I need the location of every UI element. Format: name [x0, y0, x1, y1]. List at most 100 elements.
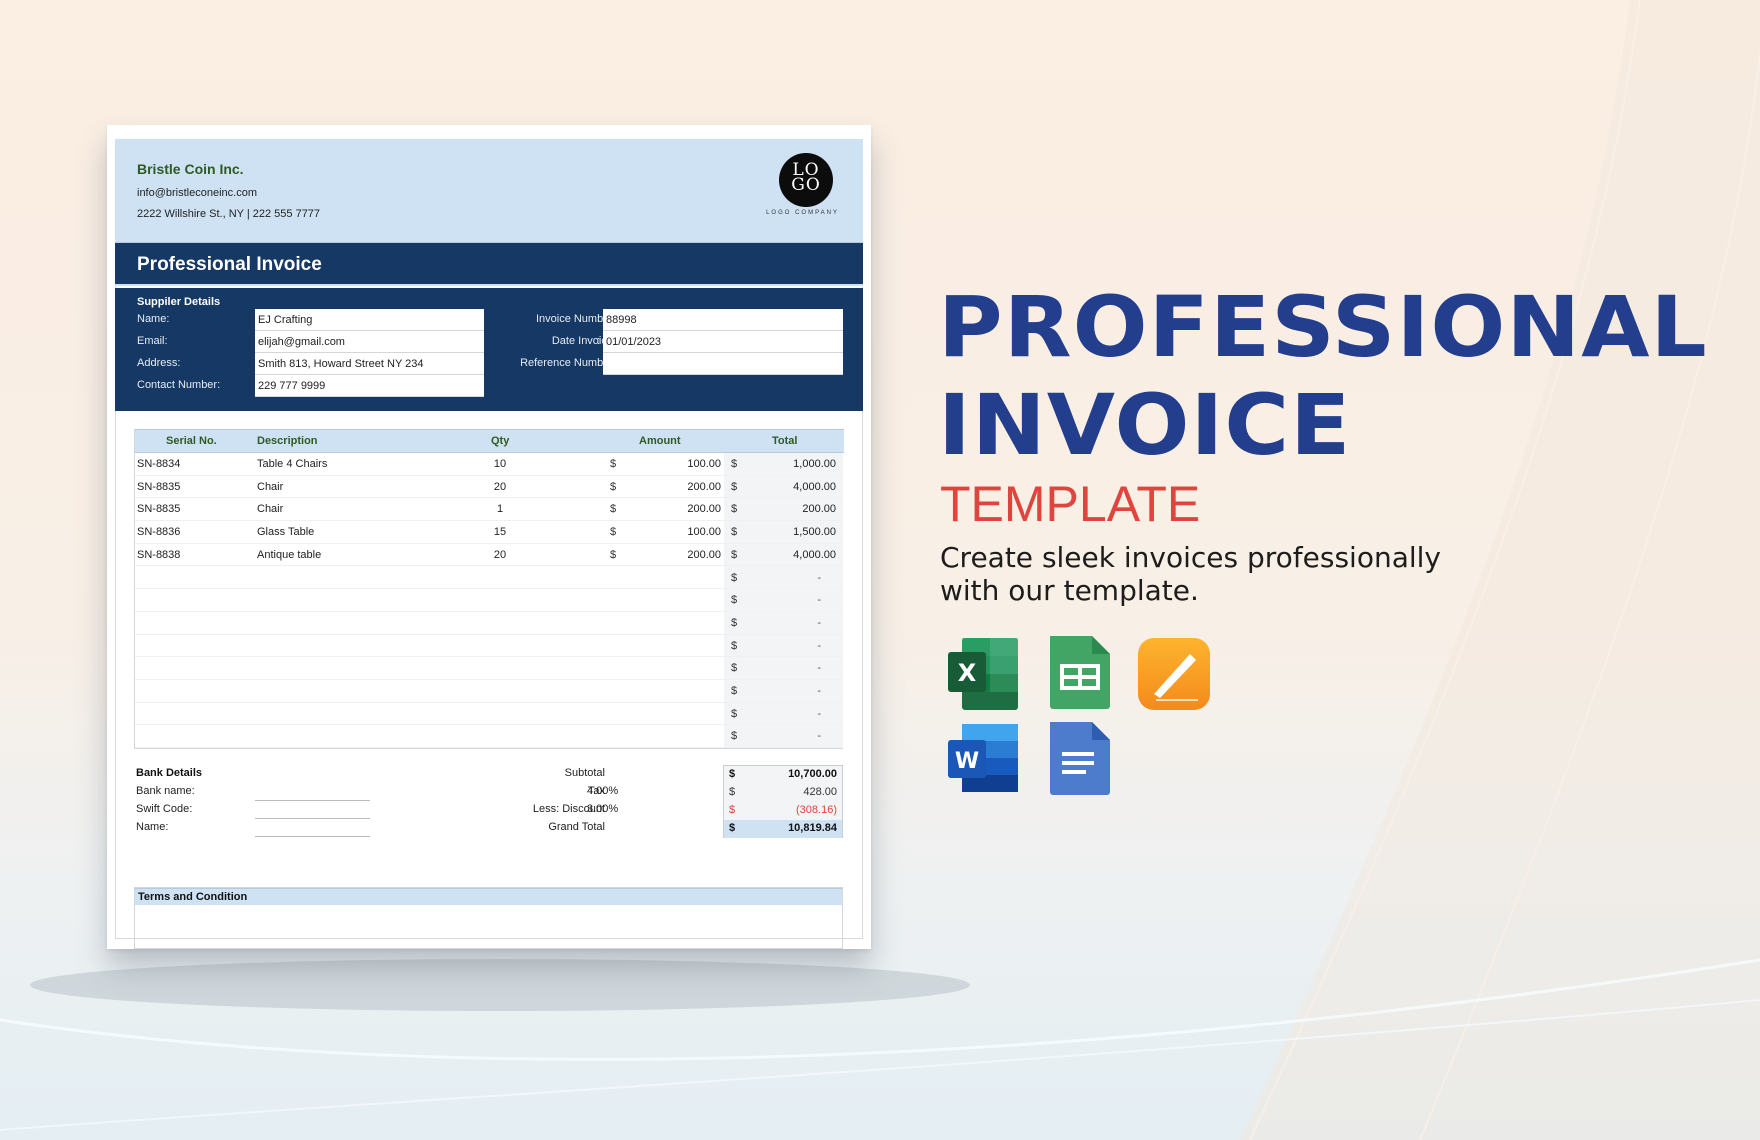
table-row[interactable]: SN-8835 Chair 20 $ 200.00 $ 4,000.00 — [135, 476, 843, 499]
company-email: info@bristleconeinc.com — [137, 187, 257, 199]
excel-icon: X — [948, 638, 1018, 710]
empty-table-row[interactable]: $ - — [135, 680, 843, 703]
empty-table-row[interactable]: $ - — [135, 703, 843, 726]
hero-subtitle: TEMPLATE — [940, 476, 1201, 532]
svg-text:W: W — [955, 749, 979, 774]
total-currency: $ — [731, 616, 738, 629]
empty-total-cell: - — [817, 730, 821, 743]
amount-currency: $ — [610, 503, 617, 516]
total-currency: $ — [731, 594, 738, 607]
total-currency: $ — [731, 458, 738, 470]
invoice-number-field[interactable]: 88998 — [603, 309, 843, 331]
bank-details-title: Bank Details — [136, 767, 203, 779]
tax-value: 428.00 — [803, 786, 837, 798]
description-cell: Antique table — [257, 548, 322, 561]
amount-cell: 100.00 — [687, 526, 721, 539]
amount-currency: $ — [610, 526, 617, 539]
company-name: Bristle Coin Inc. — [137, 161, 244, 177]
invoice-title-band: Professional Invoice — [115, 243, 863, 286]
empty-total-cell: - — [817, 685, 821, 697]
amount-cell: 100.00 — [687, 458, 721, 470]
table-row[interactable]: SN-8836 Glass Table 15 $ 100.00 $ 1,500.… — [135, 521, 843, 544]
currency-symbol: $ — [729, 768, 736, 780]
invoice-number-label: Invoice Number — [535, 313, 613, 325]
table-row[interactable]: SN-8834 Table 4 Chairs 10 $ 100.00 $ 1,0… — [135, 453, 843, 476]
empty-table-row[interactable]: $ - — [135, 612, 843, 635]
serial-cell: SN-8836 — [137, 526, 181, 539]
amount-currency: $ — [610, 458, 617, 470]
supplier-email-field[interactable]: elijah@gmail.com — [255, 331, 484, 353]
total-currency: $ — [731, 707, 738, 720]
tax-rate: 4.00% — [587, 785, 619, 797]
description-cell: Chair — [257, 480, 284, 493]
qty-cell: 20 — [493, 548, 507, 561]
subtotal-value: 10,700.00 — [788, 768, 837, 780]
supplier-email-label: Email: — [137, 335, 168, 347]
serial-cell: SN-8835 — [137, 480, 181, 493]
supplier-contact-label: Contact Number: — [137, 379, 221, 391]
empty-table-row[interactable]: $ - — [135, 725, 843, 749]
header-qty: Qty — [491, 435, 510, 447]
totals-box: $ 10,700.00 $ 428.00 $ (308.16) $ 10,819… — [723, 765, 843, 838]
word-icon: W — [948, 724, 1018, 792]
total-currency: $ — [731, 548, 738, 561]
qty-cell: 10 — [493, 458, 507, 470]
serial-cell: SN-8838 — [137, 548, 181, 561]
total-cell: 4,000.00 — [793, 480, 836, 493]
header-serial: Serial No. — [166, 435, 217, 447]
supplier-address-label: Address: — [137, 357, 181, 369]
description-cell: Chair — [257, 503, 284, 516]
supplier-name-label: Name: — [137, 313, 170, 325]
swift-code-field[interactable] — [255, 818, 370, 819]
grand-total-label: Grand Total — [548, 821, 605, 833]
currency-symbol: $ — [729, 822, 736, 834]
pages-icon — [1138, 638, 1210, 710]
items-table-header: Serial No. Description Qty Amount Total — [135, 429, 844, 453]
discount-rate: 3.00% — [587, 803, 619, 815]
invoice-title: Professional Invoice — [137, 254, 322, 275]
total-cell: 1,500.00 — [793, 526, 836, 539]
total-cell: 200.00 — [802, 503, 836, 516]
qty-cell: 1 — [496, 503, 504, 516]
empty-table-row[interactable]: $ - — [135, 635, 843, 658]
colon: : — [597, 335, 601, 347]
supplier-contact-field[interactable]: 229 777 9999 — [255, 375, 484, 397]
bank-name-label: Bank name: — [136, 785, 195, 797]
total-currency: $ — [731, 503, 738, 516]
qty-cell: 20 — [493, 480, 507, 493]
table-row[interactable]: SN-8838 Antique table 20 $ 200.00 $ 4,00… — [135, 544, 843, 567]
currency-symbol: $ — [729, 804, 736, 816]
hero-title-line1: PROFESSIONAL — [938, 278, 1708, 376]
empty-table-row[interactable]: $ - — [135, 589, 843, 612]
total-cell: 4,000.00 — [793, 548, 836, 561]
empty-total-cell: - — [817, 639, 821, 652]
table-row[interactable]: SN-8835 Chair 1 $ 200.00 $ 200.00 — [135, 498, 843, 522]
empty-table-row[interactable]: $ - — [135, 657, 843, 680]
date-invoice-field[interactable]: 01/01/2023 — [603, 331, 843, 353]
amount-cell: 200.00 — [687, 480, 721, 493]
svg-text:X: X — [958, 659, 977, 687]
hero-title-line2: INVOICE — [938, 376, 1352, 474]
total-currency: $ — [731, 526, 738, 539]
empty-total-cell: - — [817, 594, 821, 607]
account-name-field[interactable] — [255, 836, 370, 837]
empty-table-row[interactable]: $ - — [135, 567, 843, 590]
serial-cell: SN-8834 — [137, 458, 181, 470]
amount-currency: $ — [610, 480, 617, 493]
reference-number-field[interactable] — [603, 353, 843, 375]
tax-row: $ 428.00 — [724, 784, 842, 802]
supplier-name-field[interactable]: EJ Crafting — [255, 309, 484, 331]
terms-content-area[interactable] — [135, 905, 842, 948]
discount-row: $ (308.16) — [724, 802, 842, 820]
company-header: Bristle Coin Inc. info@bristleconeinc.co… — [115, 139, 863, 243]
swift-code-label: Swift Code: — [136, 803, 193, 815]
supplier-fields: EJ Crafting elijah@gmail.com Smith 813, … — [255, 309, 484, 397]
logo-icon: LO GO — [779, 153, 833, 207]
supplier-address-field[interactable]: Smith 813, Howard Street NY 234 — [255, 353, 484, 375]
total-cell: 1,000.00 — [793, 458, 836, 470]
terms-title: Terms and Condition — [135, 888, 842, 905]
bank-name-field[interactable] — [255, 800, 370, 801]
subtotal-label: Subtotal — [564, 767, 605, 779]
company-address: 2222 Willshire St., NY | 222 555 7777 — [137, 208, 321, 220]
empty-total-cell: - — [817, 571, 821, 584]
